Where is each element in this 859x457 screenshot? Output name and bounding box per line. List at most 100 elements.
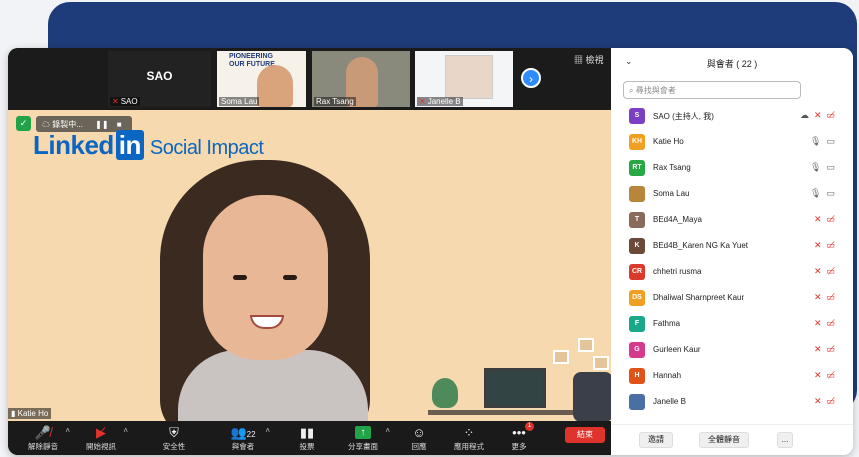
participant-name: Janelle B — [653, 397, 686, 406]
tile-display-name: SAO — [146, 69, 173, 83]
mic-icon: 🎙 — [810, 162, 822, 172]
participant-row[interactable]: CR chhetri rusma ✕ ▭̸ — [611, 261, 853, 287]
meeting-toolbar: 🎤̸ 解除靜音 ˄ ▶̸ 開始視訊 ˄ ⛨ 安全性 👥22 與會者 ˄ ▮▮ 投票 ↑ 分享畫面 ˄… — [8, 421, 611, 455]
mic-muted-icon: ✕ — [813, 292, 822, 302]
mute-all-button[interactable]: 全體靜音 — [699, 432, 749, 448]
mic-muted-icon: ✕ — [419, 97, 426, 106]
participant-row[interactable]: H Hannah ✕ ▭̸ — [611, 365, 853, 391]
chevron-right-icon[interactable]: › — [521, 68, 541, 88]
participant-row[interactable]: T BEd4A_Maya ✕ ▭̸ — [611, 209, 853, 235]
participant-row[interactable]: F Fathma ✕ ▭̸ — [611, 313, 853, 339]
invite-button[interactable]: 邀請 — [639, 432, 673, 448]
participant-status: ✕ ▭̸ — [809, 318, 835, 329]
video-tile-rax-tsang[interactable]: Rax Tsang — [312, 51, 410, 107]
participant-row[interactable]: G Gurleen Kaur ✕ ▭̸ — [611, 339, 853, 365]
participant-status: ✕ ▭̸ — [809, 370, 835, 381]
mic-muted-icon: ✕ — [112, 97, 119, 106]
video-off-icon: ▭̸ — [826, 240, 835, 250]
monitor-illustration — [484, 368, 546, 408]
security-button[interactable]: ⛨ 安全性 — [151, 424, 197, 452]
participant-status: ✕ ▭̸ — [809, 344, 835, 355]
avatar: S — [629, 108, 645, 124]
search-icon: ⌕ — [629, 86, 636, 95]
view-button[interactable]: ▦ 檢視 — [574, 53, 604, 66]
avatar: DS — [629, 290, 645, 306]
tile-name: ✕ Janelle B — [417, 97, 463, 106]
video-off-icon: ▭̸ — [826, 344, 835, 354]
speaker-name-tag: ▮ Katie Ho — [8, 408, 52, 419]
tile-name: Soma Lau — [219, 97, 260, 106]
participant-row[interactable]: Janelle B ✕ ▭̸ — [611, 391, 853, 417]
gallery-strip: SAO ✕ SAO PIONEERING OUR FUTURE Soma Lau … — [8, 48, 611, 110]
speaker-eye — [283, 275, 297, 280]
participant-row[interactable]: S SAO (主持人, 我) ☁ ✕ ▭̸ — [611, 105, 853, 131]
avatar: T — [629, 212, 645, 228]
mic-muted-icon: ✕ — [813, 214, 822, 224]
participant-video — [257, 65, 293, 107]
speaker-face — [203, 195, 328, 360]
apps-button[interactable]: ⁘ 應用程式 — [446, 424, 492, 452]
participant-name: BEd4A_Maya — [653, 215, 702, 224]
video-icon: ▭ — [826, 188, 835, 198]
unmute-button[interactable]: 🎤̸ 解除靜音 ˄ — [20, 424, 70, 452]
avatar: F — [629, 316, 645, 332]
share-screen-button[interactable]: ↑ 分享畫面 ˄ — [340, 424, 390, 452]
security-shield-icon: ✓ — [16, 116, 31, 131]
participant-status: 🎙 ▭ — [805, 136, 835, 147]
participants-button[interactable]: 👥22 與會者 ˄ — [220, 424, 270, 452]
caret-up-icon: ˄ — [265, 426, 270, 435]
participant-row[interactable]: KH Katie Ho 🎙 ▭ — [611, 131, 853, 157]
search-participants-input[interactable]: ⌕ 尋找與會者 — [623, 81, 801, 99]
video-tile-janelle-b[interactable]: ✕ Janelle B — [415, 51, 513, 107]
poll-button[interactable]: ▮▮ 投票 — [284, 424, 330, 452]
participant-name: Rax Tsang — [653, 163, 691, 172]
participant-list: S SAO (主持人, 我) ☁ ✕ ▭̸ KH Katie Ho 🎙 ▭ RT Rax Tsa… — [611, 105, 853, 417]
video-tile-sao[interactable]: SAO ✕ SAO — [108, 51, 211, 107]
speaker-body — [178, 350, 368, 421]
avatar: G — [629, 342, 645, 358]
participant-name: Soma Lau — [653, 189, 690, 198]
participants-panel: ⌄ 與會者 ( 22 ) ⌕ 尋找與會者 S SAO (主持人, 我) ☁ ✕ ▭̸ K… — [611, 48, 853, 455]
more-options-button[interactable]: ... — [777, 432, 793, 448]
participant-name: Hannah — [653, 371, 682, 380]
participant-row[interactable]: RT Rax Tsang 🎙 ▭ — [611, 157, 853, 183]
panel-footer: 邀請 全體靜音 ... — [611, 424, 853, 455]
apps-icon: ⁘ — [463, 425, 475, 440]
avatar: KH — [629, 134, 645, 150]
pause-icon[interactable]: ❚❚ — [95, 120, 108, 129]
video-off-icon: ▭̸ — [826, 214, 835, 224]
video-off-icon: ▭̸ — [826, 396, 835, 406]
wall-frame — [553, 350, 569, 364]
wall-frame — [578, 338, 594, 352]
caret-up-icon: ˄ — [123, 426, 128, 435]
participant-row[interactable]: DS Dhaliwal Sharnpreet Kaur ✕ ▭̸ — [611, 287, 853, 313]
mic-muted-icon: ✕ — [813, 370, 822, 380]
notification-badge: 1 — [525, 422, 534, 431]
video-tile-soma-lau[interactable]: PIONEERING OUR FUTURE Soma Lau — [217, 51, 306, 107]
more-button[interactable]: ••• 更多 1 — [496, 422, 542, 452]
video-off-icon: ▭̸ — [826, 370, 835, 380]
wall-frame — [593, 356, 609, 370]
stop-icon[interactable]: ■ — [117, 120, 122, 129]
participant-name: Fathma — [653, 319, 681, 328]
video-off-icon: ▭̸ — [826, 318, 835, 328]
cloud-recording-icon: ☁ — [799, 110, 809, 120]
video-off-icon: ▭̸ — [826, 266, 835, 276]
caret-up-icon: ˄ — [65, 426, 70, 435]
participants-icon: 👥22 — [230, 425, 256, 440]
start-video-button[interactable]: ▶̸ 開始視訊 ˄ — [78, 424, 128, 452]
speaker-eye — [233, 275, 247, 280]
mic-muted-icon: ✕ — [813, 396, 822, 406]
reactions-button[interactable]: ☺ 回應 — [396, 424, 442, 452]
participant-row[interactable]: Soma Lau 🎙 ▭ — [611, 183, 853, 209]
participant-name: Gurleen Kaur — [653, 345, 701, 354]
participant-status: ✕ ▭̸ — [809, 214, 835, 225]
participant-row[interactable]: K BEd4B_Karen NG Ka Yuet ✕ ▭̸ — [611, 235, 853, 261]
caret-up-icon: ˄ — [385, 426, 390, 435]
avatar: CR — [629, 264, 645, 280]
avatar: H — [629, 368, 645, 384]
participant-status: 🎙 ▭ — [805, 162, 835, 173]
zoom-window: SAO ✕ SAO PIONEERING OUR FUTURE Soma Lau … — [8, 48, 853, 455]
video-off-icon: ▭̸ — [826, 292, 835, 302]
end-meeting-button[interactable]: 結束 — [565, 427, 605, 443]
